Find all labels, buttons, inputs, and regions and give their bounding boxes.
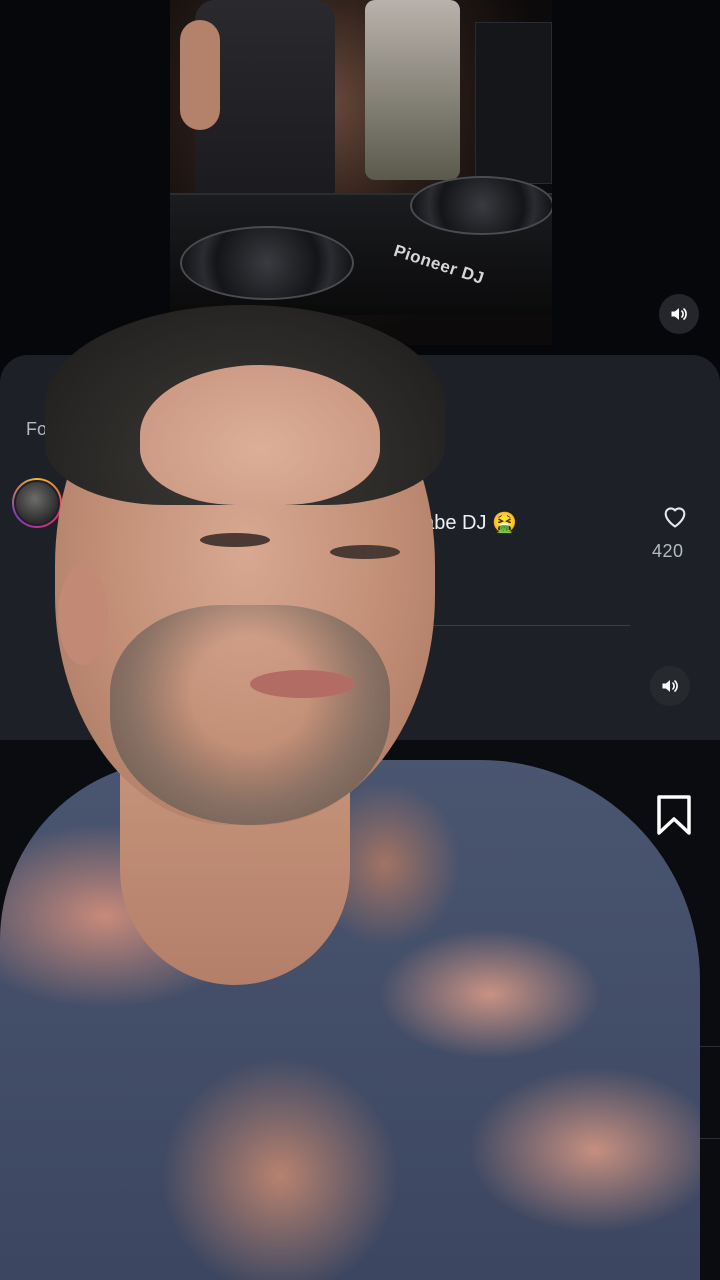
heart-icon[interactable] — [667, 953, 691, 975]
divider — [0, 1046, 720, 1047]
comment-like-button[interactable] — [660, 503, 690, 529]
more-options-button[interactable] — [670, 1076, 686, 1110]
more-dot — [675, 1105, 681, 1110]
reel-video[interactable]: Pioneer DJ — [170, 0, 552, 345]
more-dot — [675, 1076, 681, 1081]
caption-more-link[interactable]: ... more — [580, 913, 658, 940]
more-dot — [675, 1090, 681, 1096]
likes-summary[interactable]: and others — [531, 868, 640, 895]
sheet-header: For — [26, 419, 53, 439]
speaker-volume-icon — [662, 680, 678, 692]
share-count: 1,099 — [424, 802, 482, 829]
share-button[interactable]: 1,099 — [370, 796, 482, 836]
speaker-box — [475, 22, 552, 184]
comments-sheet: For nabe DJ 🤮 420 — [0, 355, 720, 740]
avatar-image — [14, 480, 60, 526]
avatar[interactable] — [12, 478, 62, 528]
divider — [400, 625, 630, 626]
turntable-platter-left — [180, 226, 354, 300]
turntable-platter-right — [410, 176, 552, 235]
screen: Pioneer DJ For nabe DJ 🤮 420 1,099 and o… — [0, 0, 720, 1280]
bookmark-icon[interactable] — [656, 794, 692, 836]
post-action-area — [0, 740, 720, 1280]
carousel-page-dot — [364, 761, 372, 769]
comment-like-count: 420 — [652, 541, 684, 561]
divider — [690, 1138, 720, 1139]
sound-toggle-button-2[interactable] — [650, 666, 690, 706]
dj-arm — [180, 20, 220, 130]
send-icon — [371, 799, 413, 834]
heart-icon — [664, 507, 686, 528]
speaker-volume-icon — [671, 308, 687, 320]
sound-toggle-button[interactable] — [659, 294, 699, 334]
crowd-person — [365, 0, 460, 180]
comment-text: nabe DJ 🤮 — [412, 512, 517, 534]
